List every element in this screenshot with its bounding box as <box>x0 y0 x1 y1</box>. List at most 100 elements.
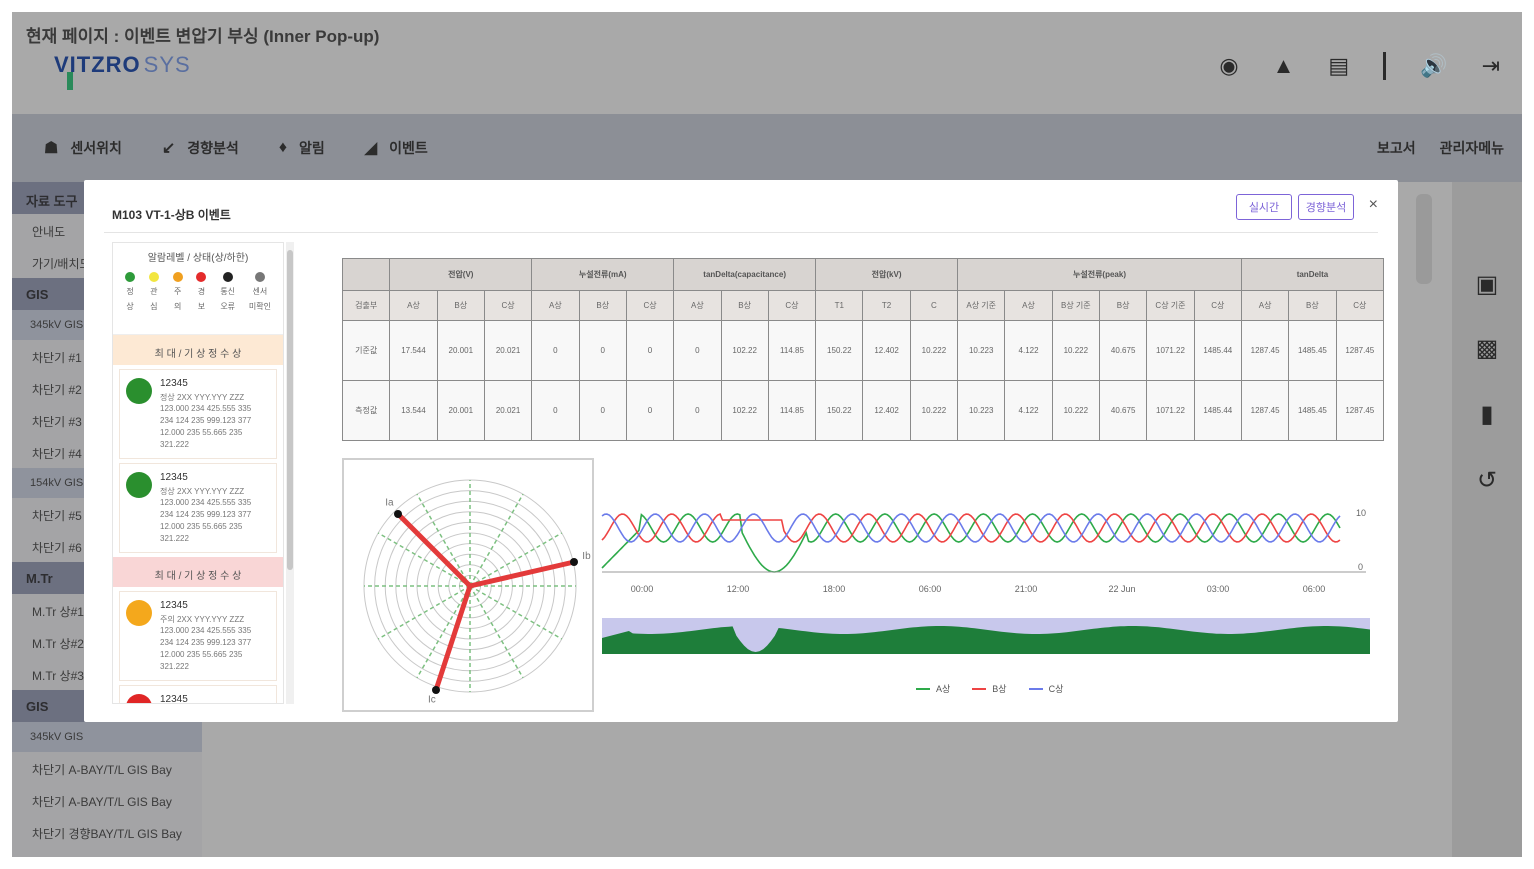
legend-label: 센서 <box>252 287 268 296</box>
table-cell: 12.402 <box>862 380 911 441</box>
menu-alarm[interactable]: ♦ 알림 <box>279 138 325 158</box>
table-cell: 기준값 <box>341 320 391 381</box>
table-cell: 20.001 <box>436 320 485 381</box>
card-icon[interactable]: ▩ <box>1472 334 1502 364</box>
legend-swatch <box>972 687 987 690</box>
event-card[interactable]: 12345 정상 2XX YYY.YYY ZZZ 123.000 234 425.5… <box>119 463 277 553</box>
server-icon[interactable]: ▤ <box>1328 53 1349 79</box>
table-cell: 1287.45 <box>1240 320 1290 381</box>
table-group-header: 누설전류(peak) <box>957 258 1242 291</box>
legend-label: 정 <box>126 287 134 296</box>
event-card[interactable]: 12345경보 2XX YYY.YYY ZZZ <box>119 685 277 704</box>
waveform-legend-item[interactable]: B상 <box>972 682 1007 695</box>
event-id: 12345 <box>160 694 188 704</box>
legend-label: 관 <box>150 287 158 296</box>
event-detail-line: 234 124 235 999.123 377 <box>160 416 252 425</box>
realtime-button[interactable]: 실시간 <box>1236 194 1292 220</box>
event-groups: 최 대 / 기 상 정 수 상 12345 정상 2XX YYY.YYY ZZZ 12… <box>113 335 283 704</box>
volume-icon[interactable]: 🔊 <box>1420 53 1447 79</box>
phasor-label: Ia <box>385 497 394 508</box>
page-scrollbar[interactable] <box>1416 194 1432 284</box>
table-cell: 20.001 <box>436 380 485 441</box>
topbar-divider <box>1383 52 1387 80</box>
logout-icon[interactable]: ⇥ <box>1482 53 1500 79</box>
table-cell: 0 <box>531 320 580 381</box>
waveform-x-tick: 06:00 <box>1303 584 1326 594</box>
close-icon[interactable]: × <box>1369 196 1378 214</box>
menu-label: 이벤트 <box>389 140 428 156</box>
warning-icon[interactable]: ▲ <box>1273 53 1295 79</box>
event-card[interactable]: 12345 주의 2XX YYY.YYY ZZZ 123.000 234 425.5… <box>119 591 277 681</box>
home-icon: ☗ <box>44 140 59 157</box>
table-row: 측정값 13.544 20.001 20.021 0 0 0 0 102.22 114.85 150… <box>341 380 1385 441</box>
refresh-icon[interactable]: ↺ <box>1472 466 1502 496</box>
chart-icon: ↙ <box>161 140 176 157</box>
event-card[interactable]: 12345 정상 2XX YYY.YYY ZZZ 123.000 234 425.5… <box>119 369 277 459</box>
table-cell: 17.544 <box>389 320 438 381</box>
legend-level: 정상 <box>125 272 135 312</box>
waveform-x-tick: 12:00 <box>727 584 750 594</box>
monitor-icon[interactable]: ▣ <box>1472 270 1502 300</box>
event-detail-line: 234 124 235 999.123 377 <box>160 510 252 519</box>
table-corner <box>341 258 391 291</box>
event-list[interactable]: 알람레벨 / 상태(상/하한) 정 상 관 심 주 의 경 보 통신 오류 센서 미확인 최 대 / … <box>112 242 284 704</box>
event-detail-line: 주의 2XX YYY.YYY ZZZ <box>160 615 245 624</box>
table-column-header: B상 <box>578 290 627 321</box>
top-toolbar: ◉ ▲ ▤ 🔊 ⇥ <box>1219 52 1500 80</box>
sidebar-subsection[interactable]: 345kV GIS <box>12 722 202 752</box>
table-cell: 114.85 <box>767 320 817 381</box>
table-cell: 4.122 <box>1004 320 1053 381</box>
table-cell: 1485.45 <box>1288 320 1337 381</box>
globe-icon[interactable]: ◉ <box>1219 53 1238 79</box>
table-cell: 1287.45 <box>1240 380 1290 441</box>
waveform-y-max: 10 <box>1356 508 1366 518</box>
document-icon[interactable]: ▮ <box>1472 400 1502 430</box>
waveform-legend-item[interactable]: A상 <box>916 682 950 695</box>
table-column-header: C <box>909 290 959 321</box>
menu-report[interactable]: 보고서 <box>1377 138 1416 158</box>
event-status-dot <box>126 472 152 498</box>
menu-event[interactable]: ◢ 이벤트 <box>365 138 428 158</box>
waveform-y-min: 0 <box>1358 562 1363 572</box>
menu-sensor-location[interactable]: ☗ 센서위치 <box>44 138 122 158</box>
menu-label: 경향분석 <box>187 140 239 156</box>
brand-logo[interactable]: VITZRO SYS <box>54 52 191 78</box>
table-cell: 0 <box>673 320 722 381</box>
menu-admin[interactable]: 관리자메뉴 <box>1440 138 1504 158</box>
alarm-legend: 알람레벨 / 상태(상/하한) 정 상 관 심 주 의 경 보 통신 오류 센서 미확인 <box>113 243 283 335</box>
table-group-header: 누설전류(mA) <box>531 258 675 291</box>
table-cell: 114.85 <box>767 380 817 441</box>
table-cell: 0 <box>578 380 627 441</box>
table-cell: 40.675 <box>1098 380 1148 441</box>
menu-right: 보고서 관리자메뉴 <box>1377 138 1504 158</box>
sidebar-item[interactable]: 차단기 A-BAY/T/L GIS Bay <box>12 784 202 816</box>
legend-swatch <box>1028 687 1043 690</box>
trend-analysis-button[interactable]: 경향분석 <box>1298 194 1354 220</box>
table-row: 기준값 17.544 20.001 20.021 0 0 0 0 102.22 114.85 150… <box>341 320 1385 381</box>
waveform-legend-item[interactable]: C상 <box>1028 682 1063 695</box>
table-cell: 0 <box>625 380 675 441</box>
table-group-header: tanDelta <box>1240 258 1385 291</box>
table-cell: 1485.45 <box>1288 380 1337 441</box>
event-status-dot <box>126 694 152 703</box>
event-detail-line: 12.000 235 55.665 235 <box>160 428 243 437</box>
table-column-header: C상 <box>1193 290 1242 321</box>
event-detail-line: 정상 2XX YYY.YYY ZZZ <box>160 487 245 496</box>
waveform-legend: A상 B상 C상 <box>916 682 1063 695</box>
legend-dot <box>125 272 135 282</box>
phasor-label: Ic <box>428 694 436 705</box>
legend-label: 상 <box>126 302 134 311</box>
event-list-scroll-thumb[interactable] <box>287 250 293 570</box>
waveform-x-tick: 00:00 <box>631 584 654 594</box>
table-cell: 20.021 <box>483 380 533 441</box>
popup-title: M103 VT-1-상B 이벤트 <box>112 208 231 222</box>
waveform-x-tick: 03:00 <box>1207 584 1230 594</box>
sidebar-item[interactable]: 차단기 경향BAY/T/L GIS Bay <box>12 816 202 848</box>
menu-trend[interactable]: ↙ 경향분석 <box>162 138 239 158</box>
legend-label: 주 <box>173 287 182 296</box>
legend-title: 알람레벨 / 상태(상/하한) <box>147 253 249 264</box>
right-rail: ▣ ▩ ▮ ↺ <box>1452 182 1522 857</box>
table-cell: 1071.22 <box>1146 380 1195 441</box>
sidebar-item[interactable]: 차단기 A-BAY/T/L GIS Bay <box>12 752 202 784</box>
legend-level: 통신 오류 <box>220 272 235 312</box>
